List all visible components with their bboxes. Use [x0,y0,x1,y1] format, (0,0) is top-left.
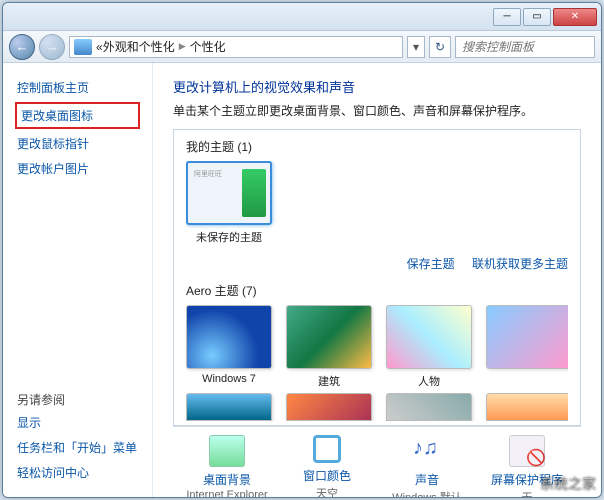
color-icon [313,435,341,463]
theme-thumbnail [386,305,472,369]
window-color-item[interactable]: 窗口颜色 天空 [277,435,377,497]
sidebar-taskbar-start[interactable]: 任务栏和「开始」菜单 [15,435,140,460]
sidebar-change-mouse-pointers[interactable]: 更改鼠标指针 [15,131,140,156]
item-sub: 无 [477,489,577,497]
aero-themes-label: Aero 主题 (7) [186,282,568,299]
item-title: 窗口颜色 [277,467,377,484]
theme-thumbnail [486,393,568,421]
close-button[interactable]: ✕ [553,8,597,26]
theme-label: 人物 [386,373,472,389]
breadcrumb-chevron: « [96,40,103,54]
theme-thumbnail [186,161,272,225]
theme-architecture[interactable]: 建筑 [286,305,372,389]
navbar: ← → « 外观和个性化 ▶ 个性化 ▾ ↻ [3,31,601,63]
item-sub: 天空 [277,485,377,497]
page-description: 单击某个主题立即更改桌面背景、窗口颜色、声音和屏幕保护程序。 [173,102,581,119]
desktop-background-item[interactable]: 桌面背景 Internet Explorer Wallpaper [177,435,277,497]
sidebar-display[interactable]: 显示 [15,410,140,435]
theme-label: 建筑 [286,373,372,389]
theme-item[interactable] [486,305,568,389]
item-sub: Internet Explorer Wallpaper [177,489,277,497]
main-content: 更改计算机上的视觉效果和声音 单击某个主题立即更改桌面背景、窗口颜色、声音和屏幕… [153,63,601,497]
back-button[interactable]: ← [9,34,35,60]
bottom-settings: 桌面背景 Internet Explorer Wallpaper 窗口颜色 天空… [173,426,581,497]
screensaver-icon [509,435,545,467]
sidebar-home[interactable]: 控制面板主页 [15,75,140,100]
theme-label [486,373,568,385]
item-title: 屏幕保护程序 [477,471,577,488]
breadcrumb[interactable]: « 外观和个性化 ▶ 个性化 [69,36,403,58]
sidebar-change-desktop-icons[interactable]: 更改桌面图标 [15,102,140,129]
sound-icon [409,435,445,467]
my-themes-label: 我的主题 (1) [186,138,568,155]
theme-thumbnail [186,393,272,421]
sidebar: 控制面板主页 更改桌面图标 更改鼠标指针 更改帐户图片 另请参阅 显示 任务栏和… [3,63,153,497]
screensaver-item[interactable]: 屏幕保护程序 无 [477,435,577,497]
see-also-heading: 另请参阅 [15,385,140,410]
sidebar-change-account-picture[interactable]: 更改帐户图片 [15,156,140,181]
maximize-button[interactable]: ▭ [523,8,551,26]
theme-item[interactable] [286,393,372,421]
control-panel-icon [74,39,92,55]
refresh-button[interactable]: ↻ [429,36,451,58]
theme-thumbnail [186,305,272,369]
sidebar-ease-of-access[interactable]: 轻松访问中心 [15,460,140,485]
item-sub: Windows 默认 [377,489,477,497]
theme-windows7[interactable]: Windows 7 [186,305,272,389]
wallpaper-icon [209,435,245,467]
breadcrumb-part2[interactable]: 个性化 [190,38,226,55]
item-title: 桌面背景 [177,471,277,488]
theme-item[interactable] [186,393,272,421]
chevron-right-icon: ▶ [179,41,186,52]
theme-thumbnail [286,393,372,421]
theme-label: 未保存的主题 [186,229,272,245]
themes-container: 我的主题 (1) 未保存的主题 保存主题 联机获取更多主题 Aero 主题 (7… [173,129,581,426]
item-title: 声音 [377,471,477,488]
minimize-button[interactable]: ─ [493,8,521,26]
search-input[interactable] [455,36,595,58]
theme-thumbnail [286,305,372,369]
theme-thumbnail [386,393,472,421]
theme-unsaved[interactable]: 未保存的主题 [186,161,272,245]
breadcrumb-dropdown[interactable]: ▾ [407,36,425,58]
theme-item[interactable] [386,393,472,421]
theme-item[interactable] [486,393,568,421]
breadcrumb-part1[interactable]: 外观和个性化 [103,38,175,55]
forward-button[interactable]: → [39,34,65,60]
theme-characters[interactable]: 人物 [386,305,472,389]
theme-thumbnail [486,305,568,369]
get-more-themes-link[interactable]: 联机获取更多主题 [472,257,568,271]
body: 控制面板主页 更改桌面图标 更改鼠标指针 更改帐户图片 另请参阅 显示 任务栏和… [3,63,601,497]
theme-label: Windows 7 [186,373,272,385]
theme-actions: 保存主题 联机获取更多主题 [186,249,568,282]
control-panel-window: ─ ▭ ✕ ← → « 外观和个性化 ▶ 个性化 ▾ ↻ 控制面板主页 更改桌面… [2,2,602,498]
sounds-item[interactable]: 声音 Windows 默认 [377,435,477,497]
titlebar: ─ ▭ ✕ [3,3,601,31]
page-title: 更改计算机上的视觉效果和声音 [173,77,581,96]
save-theme-link[interactable]: 保存主题 [407,257,455,271]
